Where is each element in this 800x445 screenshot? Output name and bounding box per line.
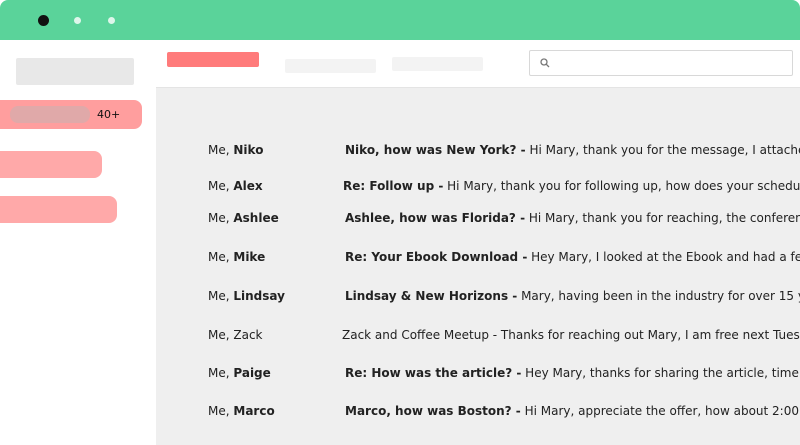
maximize-window-button[interactable] — [108, 17, 115, 24]
email-subject: Re: How was the article? - — [345, 366, 522, 380]
email-subject-line: Ashlee, how was Florida? - Hi Mary, than… — [345, 208, 800, 228]
email-list: Me, Niko Niko, how was New York? - Hi Ma… — [156, 88, 800, 445]
email-subject: Re: Your Ebook Download - — [345, 250, 528, 264]
email-sender: Me, Marco — [208, 401, 275, 421]
toolbar — [156, 40, 800, 88]
email-sender: Me, Alex — [208, 176, 263, 196]
email-subject-line: Re: How was the article? - Hey Mary, tha… — [345, 363, 800, 383]
email-subject: Marco, how was Boston? - — [345, 404, 521, 418]
email-sender: Me, Ashlee — [208, 208, 279, 228]
sender-name: Mike — [233, 250, 266, 264]
sender-name: Marco — [233, 404, 275, 418]
email-row[interactable]: Me, Mike Re: Your Ebook Download - Hey M… — [156, 247, 800, 267]
sidebar: 40+ — [0, 40, 156, 445]
email-subject-line: Zack and Coffee Meetup - Thanks for reac… — [342, 325, 800, 345]
sidebar-item-label — [10, 106, 90, 123]
sender-prefix: Me, — [208, 211, 234, 225]
search-input[interactable] — [558, 54, 790, 74]
email-row[interactable]: Me, Paige Re: How was the article? - Hey… — [156, 363, 800, 383]
app-window: 40+ Me, Niko Niko, how was New York? - H… — [0, 0, 800, 445]
tab-secondary[interactable] — [285, 59, 376, 73]
email-preview: Hi Mary, thank you for reaching, the con… — [528, 211, 800, 225]
title-bar — [0, 0, 800, 40]
email-sender: Me, Mike — [208, 247, 265, 267]
sender-prefix: Me, — [208, 250, 234, 264]
email-row[interactable]: Me, Zack Zack and Coffee Meetup - Thanks… — [156, 325, 800, 345]
sender-prefix: Me, — [208, 366, 234, 380]
email-preview: Mary, having been in the industry for ov… — [521, 289, 800, 303]
inbox-count-badge: 40+ — [97, 108, 121, 121]
email-subject: Lindsay & New Horizons - — [345, 289, 518, 303]
email-subject: Ashlee, how was Florida? - — [345, 211, 526, 225]
sidebar-item-inbox[interactable]: 40+ — [0, 100, 142, 129]
email-preview: Hey Mary, thanks for sharing the article… — [525, 366, 800, 380]
sender-name: Niko — [233, 143, 264, 157]
email-subject-line: Lindsay & New Horizons - Mary, having be… — [345, 286, 800, 306]
email-subject-line: Niko, how was New York? - Hi Mary, thank… — [345, 140, 800, 160]
sender-prefix: Me, — [208, 179, 234, 193]
tab-tertiary[interactable] — [392, 57, 483, 71]
search-icon — [540, 58, 550, 68]
sender-prefix: Me, — [208, 404, 234, 418]
sender-name: Alex — [233, 179, 263, 193]
email-sender: Me, Zack — [208, 325, 263, 345]
email-sender: Me, Niko — [208, 140, 263, 160]
email-preview: Hi Mary, thank you for following up, how… — [447, 179, 800, 193]
email-sender: Me, Lindsay — [208, 286, 285, 306]
search-box[interactable] — [529, 50, 793, 76]
email-row[interactable]: Me, Ashlee Ashlee, how was Florida? - Hi… — [156, 208, 800, 228]
email-preview: Hi Mary, thank you for the message, I at… — [529, 143, 800, 157]
email-preview: Zack and Coffee Meetup - Thanks for reac… — [342, 328, 800, 342]
email-row[interactable]: Me, Marco Marco, how was Boston? - Hi Ma… — [156, 401, 800, 421]
email-subject-line: Re: Your Ebook Download - Hey Mary, I lo… — [345, 247, 800, 267]
email-subject-line: Re: Follow up - Hi Mary, thank you for f… — [343, 176, 800, 196]
email-subject: Niko, how was New York? - — [345, 143, 526, 157]
sender-prefix: Me, — [208, 289, 234, 303]
compose-button[interactable] — [16, 58, 134, 85]
email-preview: Hey Mary, I looked at the Ebook and had … — [531, 250, 800, 264]
email-row[interactable]: Me, Niko Niko, how was New York? - Hi Ma… — [156, 140, 800, 160]
sender-name: Lindsay — [233, 289, 285, 303]
email-row[interactable]: Me, Lindsay Lindsay & New Horizons - Mar… — [156, 286, 800, 306]
email-row[interactable]: Me, Alex Re: Follow up - Hi Mary, thank … — [156, 176, 800, 196]
sidebar-item-folder[interactable] — [0, 196, 117, 223]
close-window-button[interactable] — [38, 15, 49, 26]
email-subject: Re: Follow up - — [343, 179, 444, 193]
email-sender: Me, Paige — [208, 363, 271, 383]
email-subject-line: Marco, how was Boston? - Hi Mary, apprec… — [345, 401, 800, 421]
sender-prefix: Me, Zack — [208, 328, 263, 342]
sender-name: Paige — [233, 366, 271, 380]
sidebar-item-folder[interactable] — [0, 151, 102, 178]
email-preview: Hi Mary, appreciate the offer, how about… — [520, 404, 800, 418]
sender-name: Ashlee — [233, 211, 279, 225]
tab-primary[interactable] — [167, 52, 259, 67]
sender-prefix: Me, — [208, 143, 234, 157]
minimize-window-button[interactable] — [74, 17, 81, 24]
